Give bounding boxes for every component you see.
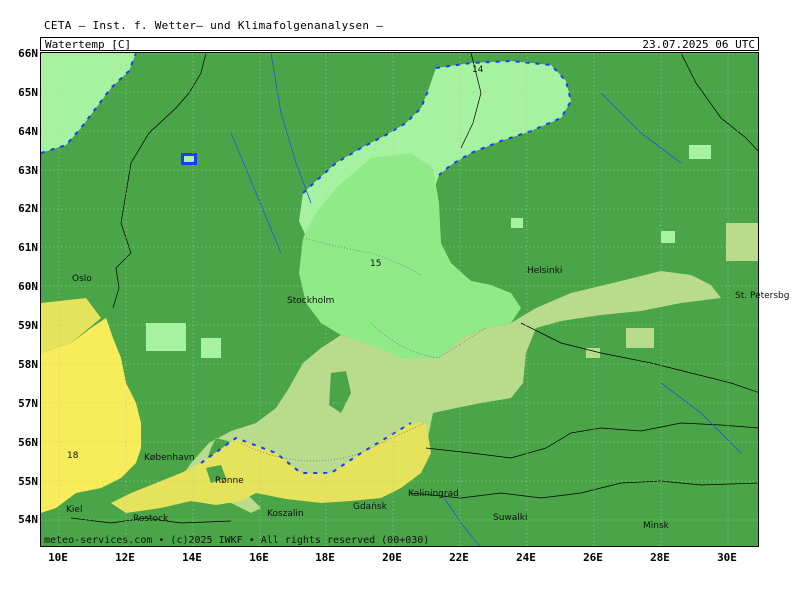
map-panel — [40, 52, 759, 547]
lat-label: 58N — [18, 358, 38, 371]
city-label: Minsk — [643, 521, 669, 531]
city-label: Gdańsk — [353, 502, 387, 512]
lon-label: 22E — [449, 551, 469, 564]
lat-label: 54N — [18, 513, 38, 526]
lake-finland-2 — [661, 231, 675, 243]
lat-label: 55N — [18, 475, 38, 488]
lat-label: 64N — [18, 125, 38, 138]
contour-value-label: 15 — [370, 259, 382, 269]
contour-value-label: 14 — [472, 65, 484, 75]
lon-label: 12E — [115, 551, 135, 564]
lake-fill — [184, 156, 194, 162]
lat-label: 61N — [18, 241, 38, 254]
lat-label: 63N — [18, 164, 38, 177]
lon-label: 26E — [583, 551, 603, 564]
lake-vattern — [201, 338, 221, 358]
parameter-label: Watertemp [C] — [45, 38, 132, 51]
city-label: Koszalin — [267, 509, 304, 519]
lat-label: 56N — [18, 436, 38, 449]
lat-label: 57N — [18, 397, 38, 410]
city-label: Rønne — [215, 476, 244, 486]
lake-karelia — [689, 145, 711, 159]
map-canvas — [41, 53, 758, 546]
city-label: Suwalki — [493, 513, 528, 523]
city-label: Kiel — [66, 505, 83, 515]
lon-label: 18E — [315, 551, 335, 564]
lon-label: 30E — [717, 551, 737, 564]
lake-finland — [511, 218, 523, 228]
lon-label: 28E — [650, 551, 670, 564]
city-label: Stockholm — [287, 296, 335, 306]
city-label: Rostock — [133, 514, 169, 524]
lake-vanern — [146, 323, 186, 351]
source-header: CETA – Inst. f. Wetter– und Klimafolgena… — [44, 19, 384, 32]
city-label: St. Petersbg — [735, 291, 790, 301]
title-bar: Watertemp [C] 23.07.2025 06 UTC — [40, 37, 759, 51]
lake-onega — [726, 223, 758, 261]
lon-label: 10E — [48, 551, 68, 564]
lon-label: 16E — [249, 551, 269, 564]
copyright-footer: meteo-services.com • (c)2025 IWKF • All … — [44, 535, 430, 546]
contour-value-label: 18 — [67, 451, 79, 461]
city-label: Helsinki — [527, 266, 563, 276]
lon-label: 24E — [516, 551, 536, 564]
lat-label: 65N — [18, 86, 38, 99]
lat-label: 62N — [18, 202, 38, 215]
lat-label: 66N — [18, 47, 38, 60]
lake-ladoga — [626, 328, 654, 348]
lon-label: 14E — [182, 551, 202, 564]
city-label: Kaliningrad — [408, 489, 459, 499]
city-label: Oslo — [72, 274, 92, 284]
city-label: København — [144, 453, 195, 463]
lat-label: 60N — [18, 280, 38, 293]
lat-label: 59N — [18, 319, 38, 332]
datetime-label: 23.07.2025 06 UTC — [642, 38, 755, 51]
lon-label: 20E — [382, 551, 402, 564]
